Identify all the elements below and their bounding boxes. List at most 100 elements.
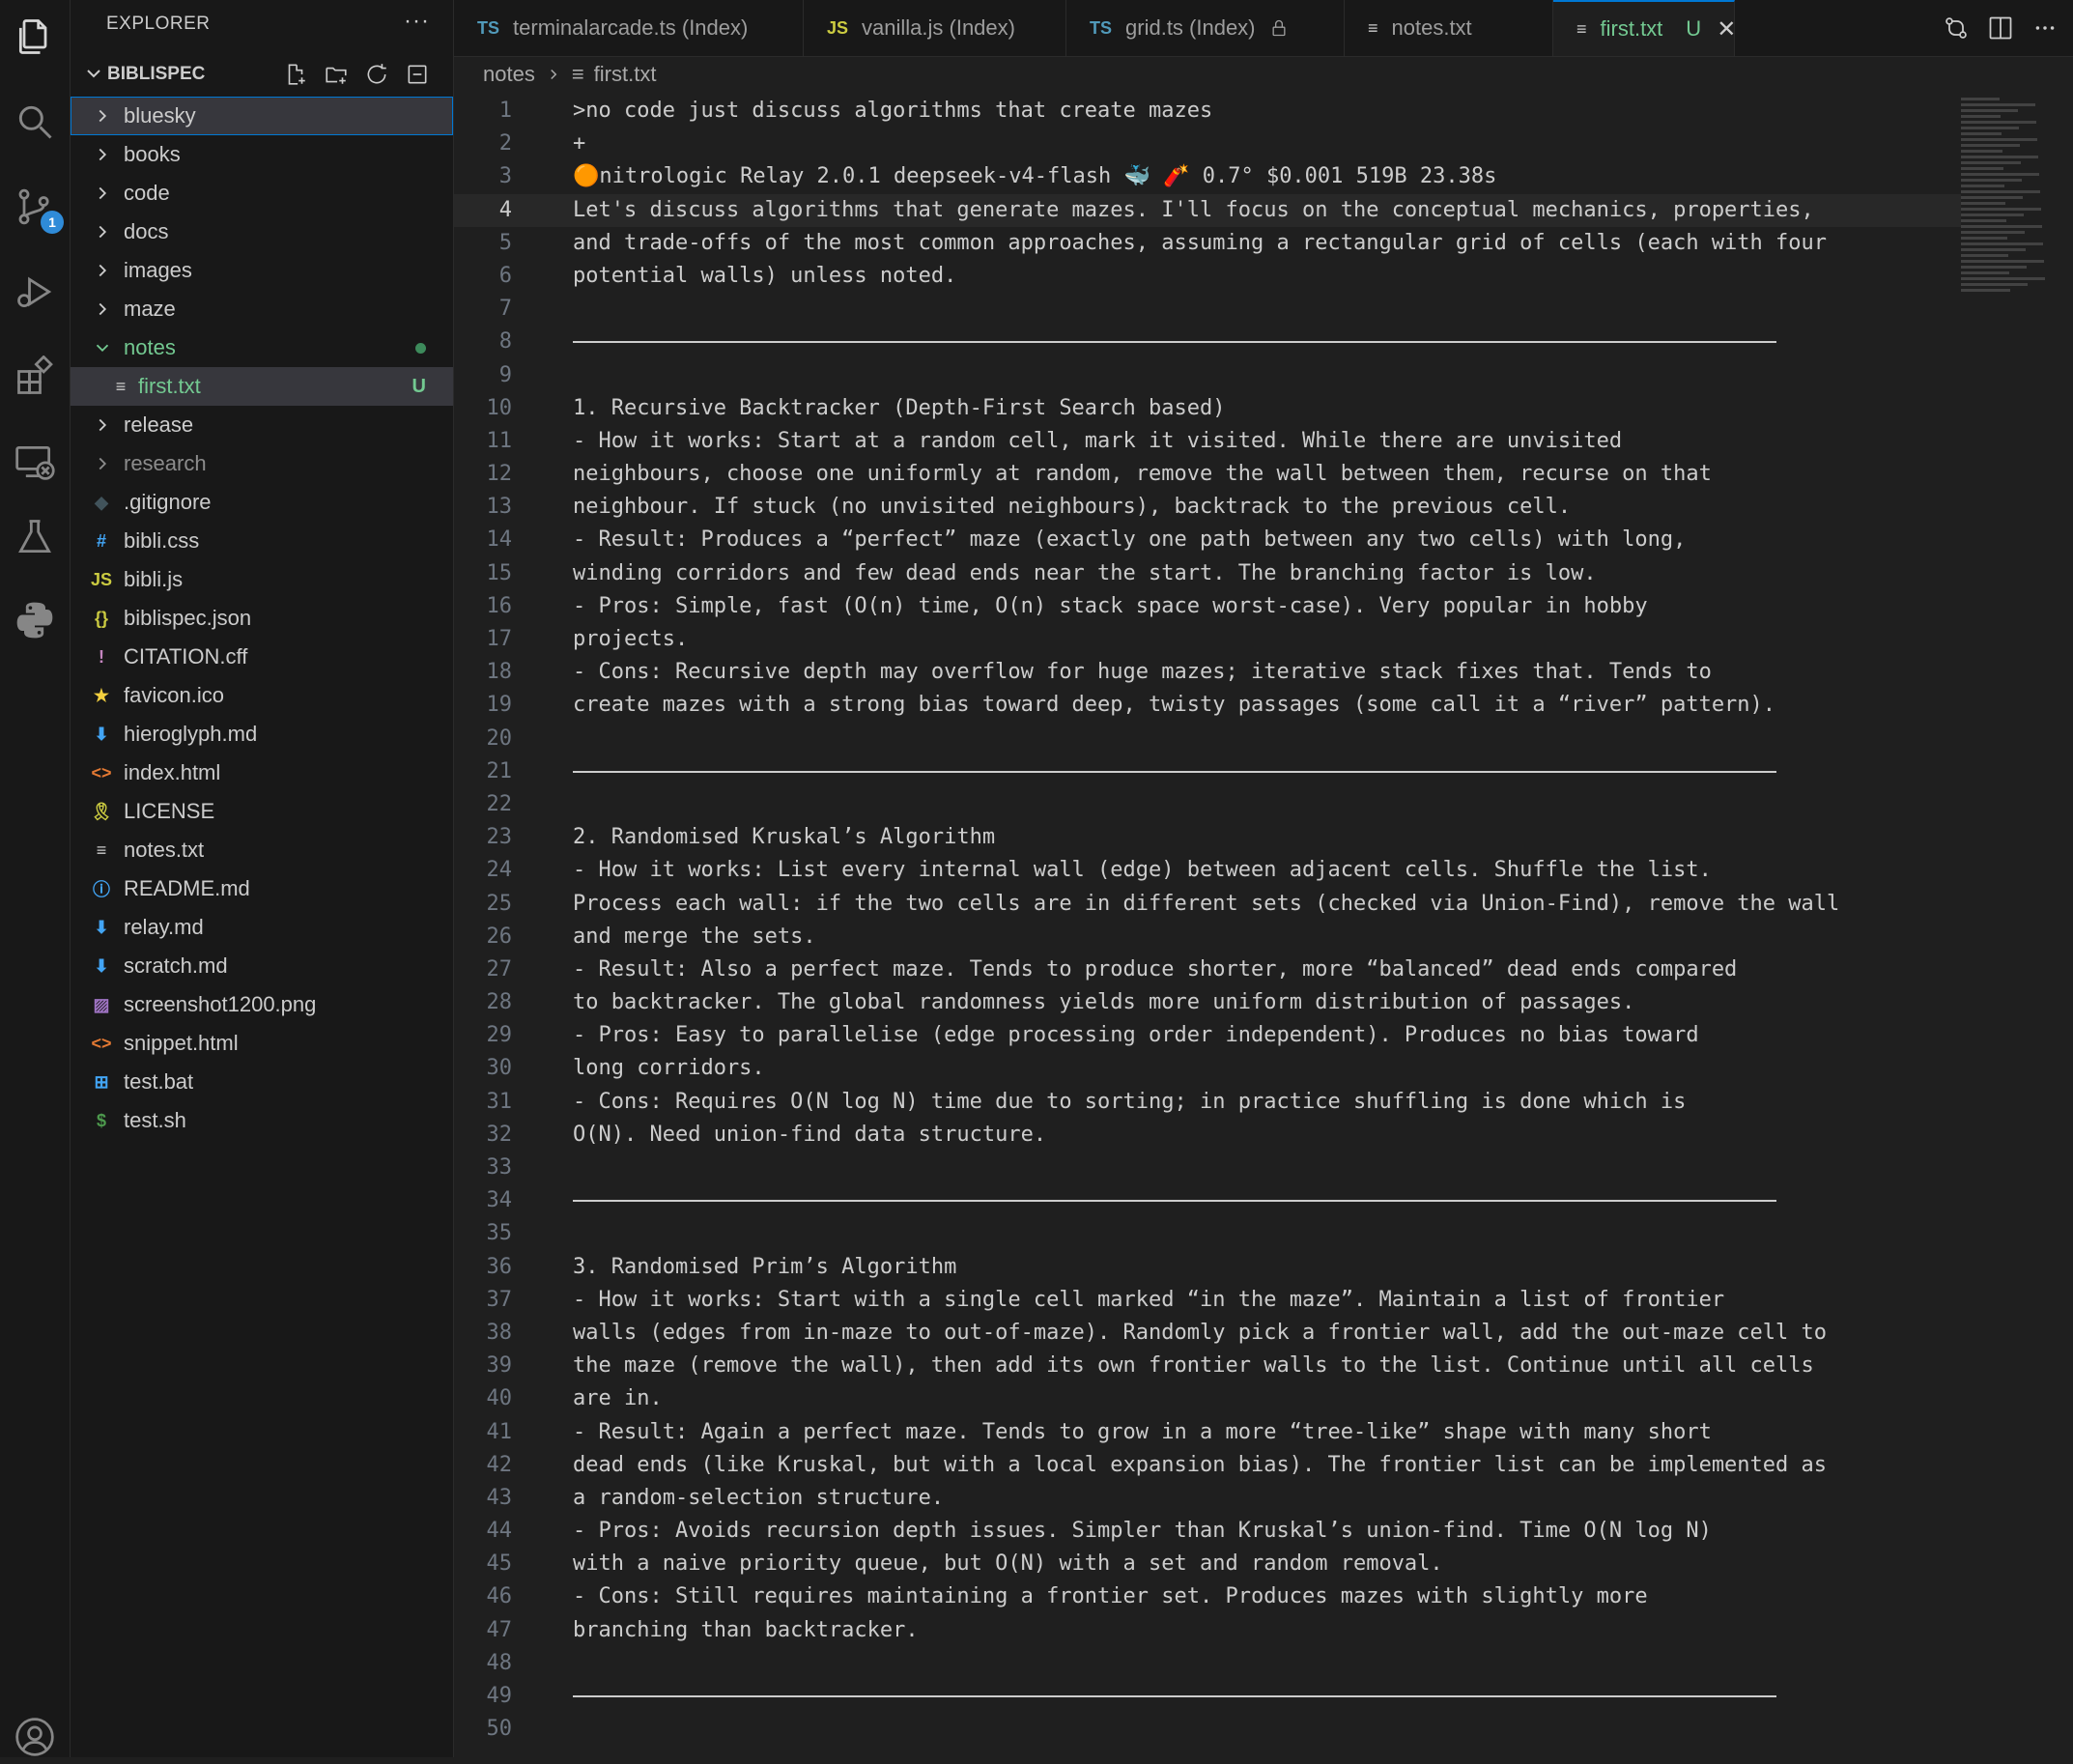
editor-line[interactable]: 10 1. Recursive Backtracker (Depth-First … — [454, 392, 1961, 425]
editor-line[interactable]: 35 — [454, 1217, 1961, 1250]
editor-line[interactable]: 47 branching than backtracker. — [454, 1614, 1961, 1647]
tree-folder-docs[interactable]: docs — [71, 213, 453, 251]
editor-line[interactable]: 29 - Pros: Easy to parallelise (edge proc… — [454, 1019, 1961, 1052]
editor-line[interactable]: 36 3. Randomised Prim’s Algorithm — [454, 1251, 1961, 1284]
editor-line[interactable]: 15 winding corridors and few dead ends ne… — [454, 557, 1961, 590]
compare-changes-icon[interactable] — [1942, 14, 1971, 43]
editor-line[interactable]: 3 🟠nitrologic Relay 2.0.1 deepseek-v4-fla… — [454, 160, 1961, 193]
more-actions-icon[interactable] — [2030, 14, 2059, 43]
tree-folder-research[interactable]: research — [71, 444, 453, 483]
editor-line[interactable]: 39 the maze (remove the wall), then add i… — [454, 1350, 1961, 1382]
explorer-more-button[interactable]: ··· — [404, 8, 430, 35]
accounts-icon[interactable] — [8, 1710, 62, 1764]
tree-folder-bluesky[interactable]: bluesky — [71, 97, 453, 135]
editor-line[interactable]: 21 — [454, 755, 1961, 788]
tree-file[interactable]: {} biblispec.json — [71, 599, 453, 638]
editor-line[interactable]: 32 O(N). Need union-find data structure. — [454, 1119, 1961, 1152]
editor-line[interactable]: 1 >no code just discuss algorithms that c… — [454, 95, 1961, 128]
editor-line[interactable]: 2 + — [454, 128, 1961, 160]
editor-line[interactable]: 44 - Pros: Avoids recursion depth issues.… — [454, 1515, 1961, 1548]
text-editor[interactable]: 1 >no code just discuss algorithms that c… — [454, 95, 1961, 1757]
tab-terminalarcade-ts[interactable]: TS terminalarcade.ts (Index) — [454, 0, 804, 56]
tree-file[interactable]: 🎗 LICENSE — [71, 792, 453, 831]
tab-first-txt[interactable]: ≡ first.txt U ✕ — [1553, 0, 1736, 56]
minimap[interactable] — [1961, 95, 2058, 365]
editor-line[interactable]: 42 dead ends (like Kruskal, but with a lo… — [454, 1449, 1961, 1482]
editor-line[interactable]: 50 — [454, 1713, 1961, 1746]
editor-line[interactable]: 11 - How it works: Start at a random cell… — [454, 425, 1961, 458]
tree-folder-images[interactable]: images — [71, 251, 453, 290]
editor-line[interactable]: 4 Let's discuss algorithms that generate … — [454, 193, 1961, 227]
editor-line[interactable]: 26 and merge the sets. — [454, 921, 1961, 953]
workspace-header[interactable]: BIBLISPEC — [71, 56, 453, 95]
tree-file[interactable]: # bibli.css — [71, 522, 453, 560]
remote-explorer-icon[interactable] — [8, 435, 62, 489]
tree-file[interactable]: ⬇ scratch.md — [71, 947, 453, 985]
source-control-icon[interactable]: 1 — [8, 180, 64, 234]
tree-file[interactable]: ⊞ test.bat — [71, 1063, 453, 1101]
editor-line[interactable]: 19 create mazes with a strong bias toward… — [454, 689, 1961, 722]
new-file-icon[interactable] — [281, 60, 310, 89]
extensions-icon[interactable] — [8, 350, 62, 404]
editor-line[interactable]: 16 - Pros: Simple, fast (O(n) time, O(n) … — [454, 590, 1961, 623]
editor-line[interactable]: 31 - Cons: Requires O(N log N) time due t… — [454, 1086, 1961, 1119]
tree-file[interactable]: <> snippet.html — [71, 1024, 453, 1063]
python-icon[interactable] — [8, 593, 62, 647]
split-editor-icon[interactable] — [1986, 14, 2015, 43]
tree-file[interactable]: ⓘ README.md — [71, 869, 453, 908]
editor-line[interactable]: 9 — [454, 359, 1961, 392]
editor-line[interactable]: 30 long corridors. — [454, 1052, 1961, 1085]
tree-file[interactable]: <> index.html — [71, 754, 453, 792]
editor-line[interactable]: 45 with a naive priority queue, but O(N) … — [454, 1548, 1961, 1580]
tree-folder-code[interactable]: code — [71, 174, 453, 213]
editor-line[interactable]: 49 — [454, 1680, 1961, 1713]
tree-file[interactable]: ≡ notes.txt — [71, 831, 453, 869]
editor-line[interactable]: 37 - How it works: Start with a single ce… — [454, 1284, 1961, 1317]
new-folder-icon[interactable] — [322, 60, 351, 89]
editor-line[interactable]: 25 Process each wall: if the two cells ar… — [454, 888, 1961, 921]
tree-file[interactable]: ! CITATION.cff — [71, 638, 453, 676]
tree-file[interactable]: ⬇ relay.md — [71, 908, 453, 947]
editor-line[interactable]: 5 and trade-offs of the most common appro… — [454, 227, 1961, 260]
refresh-icon[interactable] — [362, 60, 391, 89]
search-icon[interactable] — [8, 95, 62, 149]
tab-grid-ts[interactable]: TS grid.ts (Index) — [1066, 0, 1345, 56]
editor-line[interactable]: 33 — [454, 1152, 1961, 1184]
testing-flask-icon[interactable] — [8, 510, 62, 564]
tree-folder-release[interactable]: release — [71, 406, 453, 444]
editor-line[interactable]: 22 — [454, 788, 1961, 821]
editor-line[interactable]: 43 a random-selection structure. — [454, 1482, 1961, 1515]
tab-vanilla-js[interactable]: JS vanilla.js (Index) — [804, 0, 1066, 56]
tree-folder-books[interactable]: books — [71, 135, 453, 174]
editor-line[interactable]: 17 projects. — [454, 623, 1961, 656]
editor-line[interactable]: 12 neighbours, choose one uniformly at ra… — [454, 458, 1961, 491]
editor-line[interactable]: 18 - Cons: Recursive depth may overflow f… — [454, 656, 1961, 689]
tree-folder-maze[interactable]: maze — [71, 290, 453, 328]
tree-file[interactable]: ▨ screenshot1200.png — [71, 985, 453, 1024]
collapse-all-icon[interactable] — [403, 60, 432, 89]
editor-line[interactable]: 34 — [454, 1184, 1961, 1217]
explorer-files-icon[interactable] — [8, 10, 62, 64]
breadcrumb-file[interactable]: first.txt — [594, 62, 657, 87]
run-debug-icon[interactable] — [8, 265, 62, 319]
editor-line[interactable]: 40 are in. — [454, 1382, 1961, 1415]
tree-file[interactable]: ★ favicon.ico — [71, 676, 453, 715]
editor-line[interactable]: 24 - How it works: List every internal wa… — [454, 854, 1961, 887]
tree-file[interactable]: $ test.sh — [71, 1101, 453, 1140]
editor-line[interactable]: 7 — [454, 293, 1961, 326]
tree-file[interactable]: ◆ .gitignore — [71, 483, 453, 522]
editor-line[interactable]: 23 2. Randomised Kruskal’s Algorithm — [454, 821, 1961, 854]
editor-line[interactable]: 41 - Result: Again a perfect maze. Tends … — [454, 1416, 1961, 1449]
tree-folder-notes[interactable]: notes — [71, 328, 453, 367]
editor-line[interactable]: 48 — [454, 1647, 1961, 1680]
editor-line[interactable]: 27 - Result: Also a perfect maze. Tends t… — [454, 953, 1961, 986]
editor-line[interactable]: 28 to backtracker. The global randomness … — [454, 986, 1961, 1019]
editor-line[interactable]: 6 potential walls) unless noted. — [454, 260, 1961, 293]
editor-line[interactable]: 46 - Cons: Still requires maintaining a f… — [454, 1580, 1961, 1613]
editor-line[interactable]: 13 neighbour. If stuck (no unvisited neig… — [454, 491, 1961, 524]
tree-file-first-txt[interactable]: ≡ first.txt U — [71, 367, 453, 406]
editor-line[interactable]: 14 - Result: Produces a “perfect” maze (e… — [454, 524, 1961, 556]
editor-line[interactable]: 8 — [454, 326, 1961, 358]
breadcrumb-folder[interactable]: notes — [483, 62, 535, 87]
close-icon[interactable]: ✕ — [1717, 15, 1736, 43]
